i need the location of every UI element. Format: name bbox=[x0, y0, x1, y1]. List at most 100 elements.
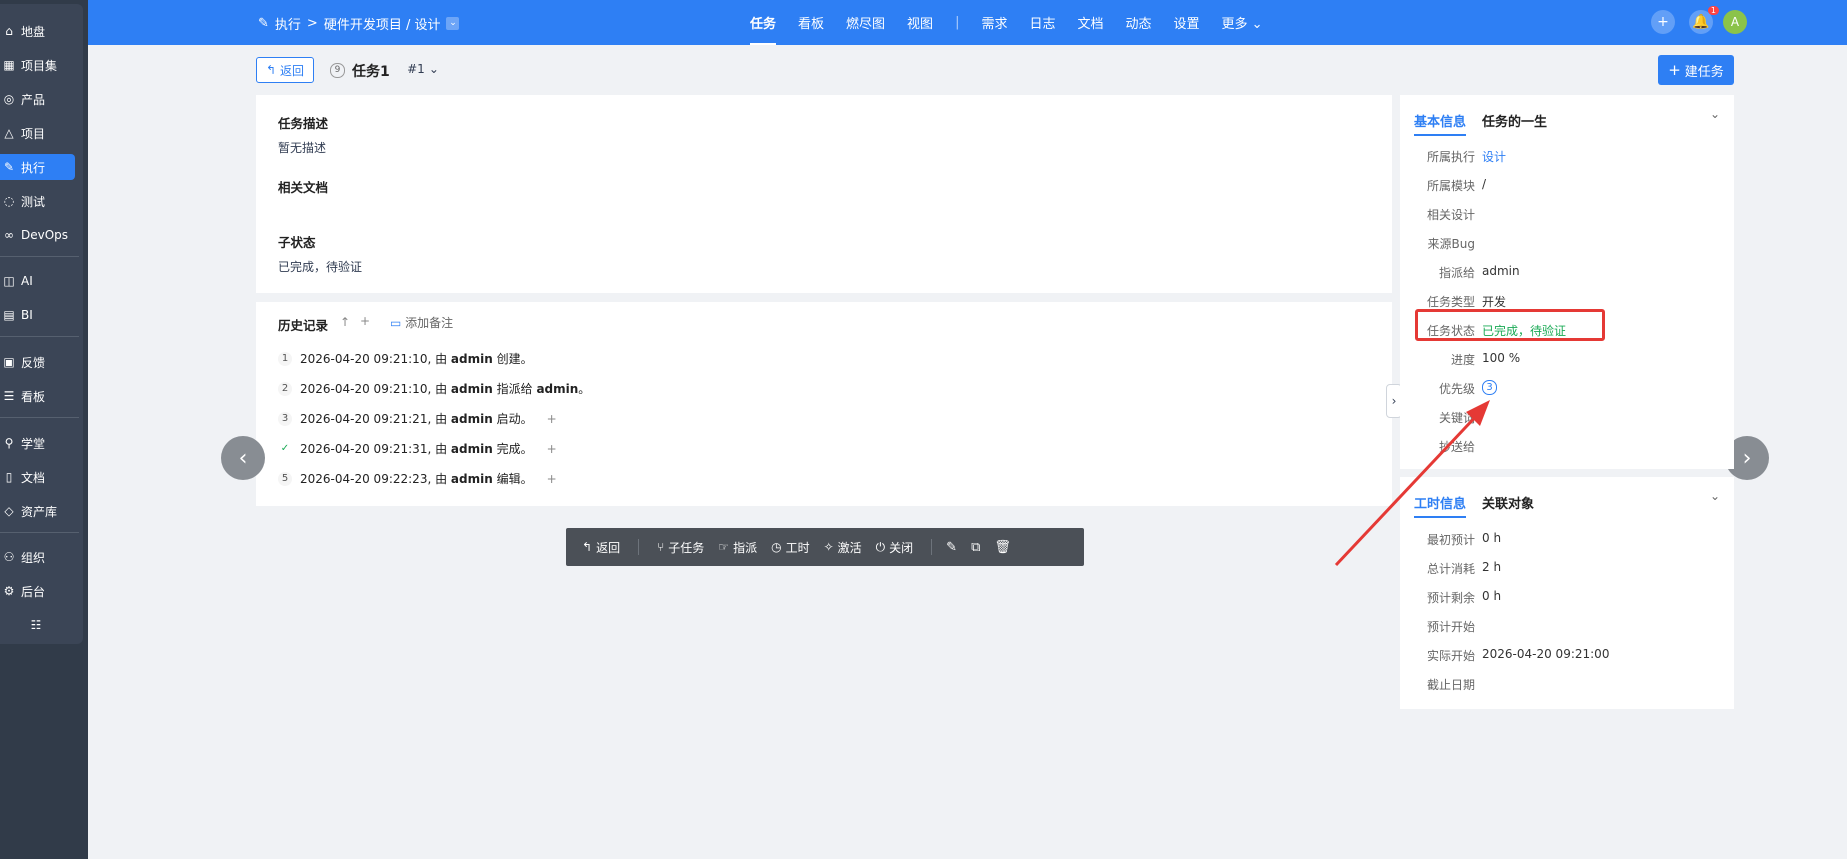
history-row: ✓ 2026-04-20 09:21:31, 由 admin 完成。 + bbox=[278, 440, 557, 457]
add-button[interactable]: + bbox=[1651, 10, 1675, 34]
feedback-icon: ▣ bbox=[3, 355, 15, 369]
execute-icon: ✎ bbox=[258, 16, 269, 31]
tab-view[interactable]: 视图 bbox=[907, 13, 933, 32]
expand-row-icon[interactable]: + bbox=[547, 442, 557, 456]
magic-icon: ✧ bbox=[823, 540, 834, 554]
task-id-badge: 9 bbox=[330, 63, 345, 78]
expand-all-icon[interactable]: + bbox=[360, 314, 370, 328]
breadcrumb-execute[interactable]: 执行 bbox=[275, 14, 301, 33]
close-task-button[interactable]: ⏻ 关闭 bbox=[876, 539, 914, 556]
tab-settings[interactable]: 设置 bbox=[1174, 13, 1200, 32]
sidebar-item-ai[interactable]: ◫ AI bbox=[0, 268, 75, 294]
create-task-button[interactable]: + 建任务 bbox=[1658, 55, 1734, 85]
chevron-down-icon[interactable]: ⌄ bbox=[1710, 489, 1720, 503]
sidebar-item-school[interactable]: ⚲ 学堂 bbox=[0, 430, 75, 456]
chevron-down-icon[interactable]: ⌄ bbox=[446, 17, 460, 30]
back-button[interactable]: ↰ 返回 bbox=[582, 539, 620, 556]
sidebar-item-home[interactable]: ⌂ 地盘 bbox=[0, 18, 75, 44]
breadcrumb-separator: > bbox=[306, 16, 318, 31]
chevron-down-icon[interactable]: ⌄ bbox=[1710, 107, 1720, 121]
org-icon: ⚇ bbox=[3, 550, 15, 564]
sidebar-divider bbox=[0, 256, 79, 257]
chevron-down-icon: ⌄ bbox=[1247, 17, 1263, 32]
top-navbar: ✎ 执行 > 硬件开发项目 / 设计 ⌄ 任务 看板 燃尽图 视图 | 需求 日… bbox=[88, 0, 1847, 45]
tab-log[interactable]: 日志 bbox=[1029, 13, 1055, 32]
top-actions: + 🔔 1 A bbox=[1637, 6, 1747, 34]
doc-icon: ▯ bbox=[5, 470, 13, 484]
infinity-icon: ∞ bbox=[4, 228, 14, 242]
sidebar-collapse-button[interactable]: ☷ bbox=[0, 612, 75, 638]
page-title: 任务1 bbox=[352, 64, 390, 80]
expand-row-icon[interactable]: + bbox=[547, 412, 557, 426]
reply-icon: ↰ bbox=[265, 63, 277, 77]
plus-icon: + bbox=[1668, 61, 1681, 79]
sidebar-item-test[interactable]: ◌ 测试 bbox=[0, 188, 75, 214]
sidebar-item-admin[interactable]: ⚙ 后台 bbox=[0, 578, 75, 604]
clock-icon: ◷ bbox=[771, 540, 782, 554]
task-selector[interactable]: #1 ⌄ bbox=[403, 57, 443, 81]
tab-requirements[interactable]: 需求 bbox=[981, 13, 1007, 32]
history-row: 2 2026-04-20 09:21:10, 由 admin 指派给 admin… bbox=[278, 380, 590, 397]
toolbar-divider bbox=[638, 539, 640, 555]
sort-up-icon[interactable]: ↑ bbox=[340, 315, 350, 329]
tab-basic-info[interactable]: 基本信息 bbox=[1414, 111, 1467, 136]
sidebar-item-programs[interactable]: ▦ 项目集 bbox=[0, 52, 75, 78]
sidebar-item-org[interactable]: ⚇ 组织 bbox=[0, 544, 75, 570]
edit-icon[interactable]: ✎ bbox=[946, 540, 957, 555]
chevron-down-icon: ⌄ bbox=[428, 62, 439, 76]
settings-icon: ⚙ bbox=[3, 584, 15, 598]
docs-title: 相关文档 bbox=[278, 180, 329, 195]
substatus-value: 已完成，待验证 bbox=[278, 260, 363, 274]
tab-burndown[interactable]: 燃尽图 bbox=[846, 13, 885, 32]
kanban-icon: ☰ bbox=[3, 389, 15, 403]
sidebar-item-feedback[interactable]: ▣ 反馈 bbox=[0, 349, 75, 375]
info-row-left: 预计剩余 0 h bbox=[1426, 589, 1502, 605]
project-icon: △ bbox=[4, 126, 14, 140]
expand-row-icon[interactable]: + bbox=[547, 472, 557, 486]
subtask-button[interactable]: ⑂ 子任务 bbox=[657, 539, 704, 556]
tab-docs[interactable]: 文档 bbox=[1077, 13, 1103, 32]
breadcrumb-project[interactable]: 硬件开发项目 / 设计 bbox=[324, 14, 441, 33]
effort-button[interactable]: ◷ 工时 bbox=[771, 539, 810, 556]
sidebar-item-devops[interactable]: ∞ DevOps bbox=[0, 222, 75, 248]
chevron-left-icon: ‹ bbox=[238, 445, 248, 471]
location-icon: ◎ bbox=[3, 92, 15, 106]
copy-icon[interactable]: ⧉ bbox=[971, 540, 980, 555]
info-row-assignee: 指派给 admin bbox=[1438, 264, 1520, 280]
tab-tasks[interactable]: 任务 bbox=[750, 13, 777, 45]
trash-icon[interactable]: 🗑 bbox=[994, 540, 1011, 555]
avatar[interactable]: A bbox=[1723, 10, 1747, 34]
reply-icon: ↰ bbox=[582, 540, 593, 554]
bell-icon: 🔔 bbox=[1692, 14, 1710, 30]
tab-task-lifecycle[interactable]: 任务的一生 bbox=[1482, 111, 1547, 130]
sidebar-item-bi[interactable]: ▤ BI bbox=[0, 302, 75, 328]
back-button[interactable]: ↰ 返回 bbox=[256, 57, 314, 83]
sidebar-divider bbox=[0, 532, 79, 533]
sidebar-panel: ⌂ 地盘 ▦ 项目集 ◎ 产品 △ 项目 ✎ 执行 ◌ 测试 ∞ DevOps ◫ AI ▤ BI… bbox=[0, 4, 83, 644]
activate-button[interactable]: ✧ 激活 bbox=[824, 539, 862, 556]
tab-more[interactable]: 更多 ⌄ bbox=[1222, 13, 1263, 32]
highlight-box bbox=[1415, 309, 1605, 341]
action-toolbar: ↰ 返回 ⑂ 子任务 ☞ 指派 ◷ 工时 ✧ 激活 ⏻ 关闭 ✎ ⧉ 🗑 bbox=[566, 528, 1084, 566]
tab-kanban[interactable]: 看板 bbox=[798, 13, 824, 32]
chevron-right-icon: › bbox=[1742, 445, 1752, 471]
info-row-est-start: 预计开始 bbox=[1426, 620, 1475, 634]
add-note-link[interactable]: ▭ 添加备注 bbox=[390, 314, 453, 331]
notifications-button[interactable]: 🔔 1 bbox=[1689, 6, 1719, 34]
sidebar-item-execute[interactable]: ✎ 执行 bbox=[0, 154, 75, 180]
info-row-module: 所属模块 / bbox=[1426, 177, 1487, 193]
plus-icon: + bbox=[1657, 14, 1669, 30]
sidebar-item-product[interactable]: ◎ 产品 bbox=[0, 86, 75, 112]
tab-dynamic[interactable]: 动态 bbox=[1126, 13, 1152, 32]
prev-task-button[interactable]: ‹ bbox=[221, 436, 265, 480]
sidebar-item-kanban[interactable]: ☰ 看板 bbox=[0, 383, 75, 409]
annotation-arrow bbox=[1334, 400, 1490, 567]
sidebar-item-asset[interactable]: ◇ 资产库 bbox=[0, 498, 75, 524]
bi-icon: ▤ bbox=[3, 308, 15, 322]
info-row-design: 相关设计 bbox=[1426, 208, 1475, 222]
assign-button[interactable]: ☞ 指派 bbox=[718, 539, 757, 556]
info-row-execution: 所属执行 设计 bbox=[1426, 150, 1507, 164]
sidebar-item-project[interactable]: △ 项目 bbox=[0, 120, 75, 146]
sidebar-item-doc[interactable]: ▯ 文档 bbox=[0, 464, 75, 490]
sidebar-divider bbox=[0, 417, 79, 418]
